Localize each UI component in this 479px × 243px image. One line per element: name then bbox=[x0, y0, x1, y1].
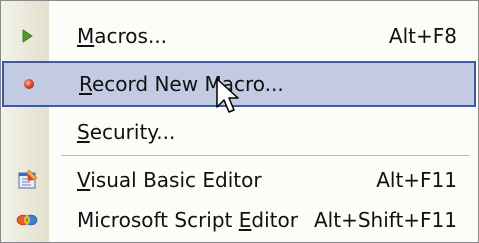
menu-item-label: Macros... bbox=[77, 24, 168, 48]
menu-separator bbox=[61, 155, 470, 156]
record-dot-icon bbox=[24, 79, 34, 89]
mouse-pointer-icon bbox=[216, 78, 239, 113]
script-editor-icon bbox=[16, 214, 38, 226]
menu-item-label: Security... bbox=[77, 120, 176, 144]
menu-item-macros[interactable]: Macros... Alt+F8 bbox=[1, 13, 478, 59]
menu-item-shortcut: Alt+Shift+F11 bbox=[313, 208, 457, 232]
menu-item-shortcut: Alt+F11 bbox=[376, 168, 457, 192]
menu-item-label: Microsoft Script Editor bbox=[77, 208, 298, 232]
menu-item-label: Record New Macro... bbox=[79, 72, 284, 96]
visual-basic-editor-icon bbox=[18, 169, 38, 189]
menu-item-label: Visual Basic Editor bbox=[77, 168, 262, 192]
menu-item-microsoft-script-editor[interactable]: Microsoft Script Editor Alt+Shift+F11 bbox=[1, 197, 478, 243]
menu-item-shortcut: Alt+F8 bbox=[388, 24, 457, 48]
play-arrow-icon bbox=[22, 29, 33, 43]
tools-macro-submenu: Macros... Alt+F8 Record New Macro... Sec… bbox=[0, 0, 479, 243]
